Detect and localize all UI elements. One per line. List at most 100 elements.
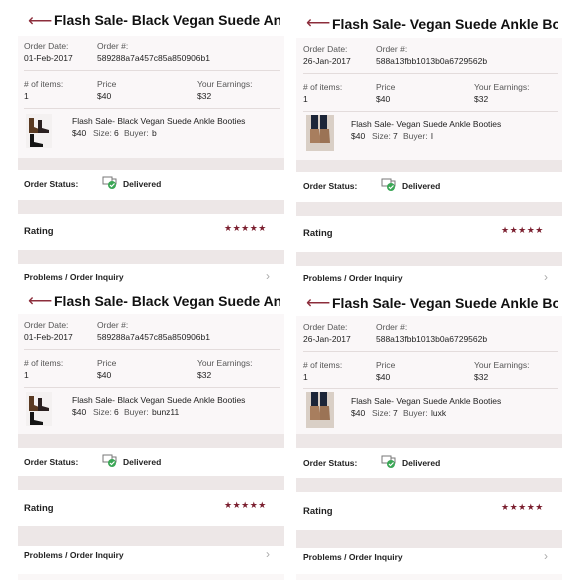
problems-label[interactable]: Problems / Order Inquiry — [303, 552, 403, 562]
earnings-value: $32 — [197, 370, 212, 380]
size-label: Size: — [372, 131, 391, 141]
chevron-right-icon[interactable]: › — [266, 269, 270, 283]
divider — [303, 351, 558, 352]
order-status-value: Delivered — [402, 181, 441, 191]
delivered-truck-check-icon — [381, 455, 396, 468]
divider — [24, 349, 280, 350]
items-label: # of items: — [303, 360, 343, 370]
black-bootie-thumbnail[interactable] — [26, 392, 52, 426]
order-card: Order Date: Order #: 26-Jan-2017 588a13f… — [296, 316, 562, 434]
section-gap — [18, 250, 284, 264]
chevron-right-icon[interactable]: › — [266, 547, 270, 561]
order-number-label: Order #: — [97, 320, 129, 330]
header-bar: ⟵ Flash Sale- Black Vegan Suede Ankl... — [18, 292, 284, 315]
section-gap — [18, 158, 284, 170]
size-value: 7 — [393, 131, 398, 141]
section-gap — [296, 434, 562, 448]
divider — [24, 387, 280, 388]
chevron-right-icon[interactable]: › — [544, 549, 548, 563]
size-label: Size: — [93, 128, 112, 138]
order-panel-1: ⟵ Flash Sale- Vegan Suede Ankle Bootie O… — [296, 0, 562, 290]
product-price: $40 — [351, 408, 366, 418]
bootie-worn-thumbnail[interactable] — [306, 392, 334, 428]
buyer-value[interactable]: bunz11 — [152, 407, 179, 417]
back-arrow-icon[interactable]: ⟵ — [306, 294, 330, 311]
page-title: Flash Sale- Vegan Suede Ankle Bootie — [332, 295, 558, 311]
items-value: 1 — [24, 91, 29, 101]
rating-row: Rating ★★★★★ — [296, 216, 562, 252]
order-date-value: 26-Jan-2017 — [303, 334, 351, 344]
items-value: 1 — [24, 370, 29, 380]
order-status-row: Order Status: Delivered — [296, 172, 562, 202]
items-value: 1 — [303, 94, 308, 104]
size-label: Size: — [372, 408, 391, 418]
rating-label: Rating — [24, 226, 54, 237]
rating-stars: ★★★★★ — [501, 225, 544, 235]
price-value: $40 — [376, 94, 391, 104]
section-gap — [18, 434, 284, 448]
price-label: Price — [97, 79, 117, 89]
delivered-truck-check-icon — [102, 176, 117, 189]
earnings-value: $32 — [474, 372, 489, 382]
buyer-value[interactable]: luxk — [431, 408, 446, 418]
section-gap — [296, 202, 562, 216]
earnings-value: $32 — [474, 94, 489, 104]
header-bar: ⟵ Flash Sale- Vegan Suede Ankle Bootie — [296, 292, 562, 317]
price-label: Price — [97, 358, 117, 368]
order-status-row: Order Status: Delivered — [18, 170, 284, 200]
size-label: Size: — [93, 407, 112, 417]
bootie-worn-thumbnail[interactable] — [306, 115, 334, 151]
order-card: Order Date: Order #: 01-Feb-2017 589288a… — [18, 314, 284, 434]
back-arrow-icon[interactable]: ⟵ — [306, 14, 330, 31]
buyer-value[interactable]: b — [152, 128, 157, 138]
product-price: $40 — [72, 128, 87, 138]
problems-row[interactable]: Problems / Order Inquiry › — [18, 546, 284, 574]
product-name[interactable]: Flash Sale- Black Vegan Suede Ankle Boot… — [72, 395, 245, 405]
order-panel-2: ⟵ Flash Sale- Black Vegan Suede Ankl... … — [18, 292, 284, 580]
earnings-label: Your Earnings: — [474, 82, 530, 92]
divider — [303, 73, 558, 74]
order-date-value: 01-Feb-2017 — [24, 53, 73, 63]
back-arrow-icon[interactable]: ⟵ — [28, 292, 52, 309]
product-name[interactable]: Flash Sale- Vegan Suede Ankle Booties — [351, 119, 501, 129]
order-status-value: Delivered — [402, 458, 441, 468]
problems-row[interactable]: Problems / Order Inquiry › — [18, 264, 284, 290]
rating-row: Rating ★★★★★ — [18, 490, 284, 526]
product-name[interactable]: Flash Sale- Vegan Suede Ankle Booties — [351, 396, 501, 406]
rating-row: Rating ★★★★★ — [18, 214, 284, 250]
back-arrow-icon[interactable]: ⟵ — [28, 12, 52, 29]
black-bootie-thumbnail[interactable] — [26, 114, 52, 148]
problems-label[interactable]: Problems / Order Inquiry — [24, 550, 124, 560]
price-value: $40 — [376, 372, 391, 382]
order-number-label: Order #: — [376, 322, 408, 332]
items-value: 1 — [303, 372, 308, 382]
order-status-label: Order Status: — [24, 457, 79, 467]
order-number-value: 588a13fbb1013b0a6729562b — [376, 334, 488, 344]
order-panel-3: ⟵ Flash Sale- Vegan Suede Ankle Bootie O… — [296, 292, 562, 580]
earnings-label: Your Earnings: — [474, 360, 530, 370]
page-title: Flash Sale- Black Vegan Suede Ankl... — [54, 12, 280, 28]
order-number-value: 589288a7a457c85a850906b1 — [97, 53, 210, 63]
product-name[interactable]: Flash Sale- Black Vegan Suede Ankle Boot… — [72, 116, 245, 126]
delivered-truck-check-icon — [102, 454, 117, 467]
size-value: 7 — [393, 408, 398, 418]
problems-row[interactable]: Problems / Order Inquiry › — [296, 266, 562, 290]
buyer-label: Buyer: — [124, 128, 149, 138]
buyer-value[interactable]: l — [431, 131, 433, 141]
order-status-label: Order Status: — [303, 458, 358, 468]
size-value: 6 — [114, 407, 119, 417]
chevron-right-icon[interactable]: › — [544, 270, 548, 284]
divider — [303, 388, 558, 389]
rating-label: Rating — [303, 506, 333, 517]
problems-label[interactable]: Problems / Order Inquiry — [24, 272, 124, 282]
section-gap — [296, 160, 562, 172]
earnings-value: $32 — [197, 91, 212, 101]
problems-label[interactable]: Problems / Order Inquiry — [303, 273, 403, 283]
order-date-label: Order Date: — [24, 41, 69, 51]
section-gap — [296, 478, 562, 492]
order-date-label: Order Date: — [303, 44, 348, 54]
price-label: Price — [376, 360, 396, 370]
section-gap — [18, 476, 284, 490]
problems-row[interactable]: Problems / Order Inquiry › — [296, 548, 562, 574]
section-gap — [296, 530, 562, 548]
